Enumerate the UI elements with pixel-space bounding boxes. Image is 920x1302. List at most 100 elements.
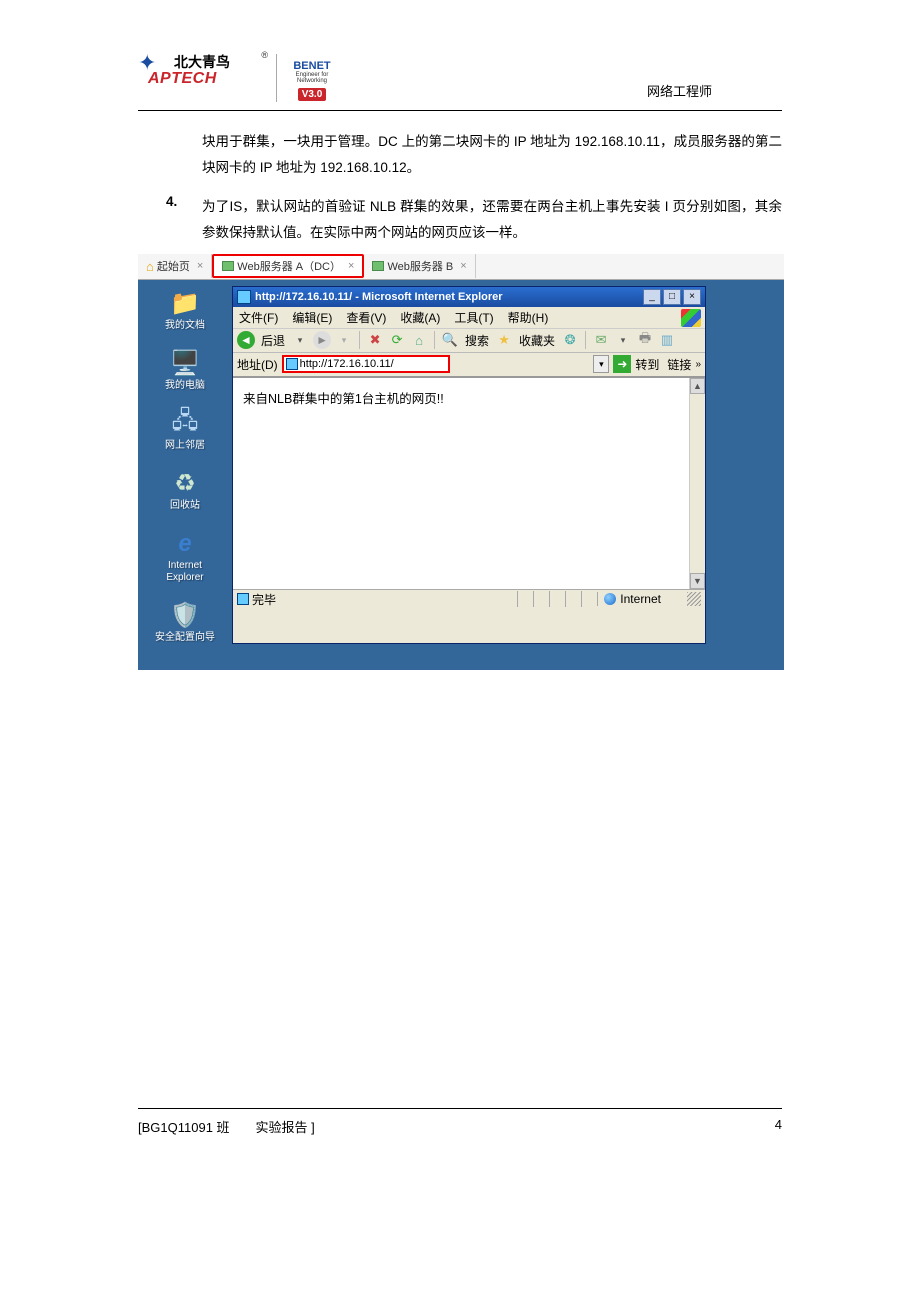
recycle-icon: ♻ [168,470,202,498]
page-header: ✦ 北大青鸟 APTECH ® BENET Engineer for Netwo… [138,50,782,111]
network-icon: 🖧 [168,410,202,438]
tab-server-a[interactable]: Web服务器 A（DC） × [212,254,364,278]
history-icon[interactable]: ❂ [561,331,579,349]
stop-icon[interactable]: ✖ [366,331,384,349]
body-content: 块用于群集，一块用于管理。DC 上的第二块网卡的 IP 地址为 192.168.… [138,111,782,246]
toolbar-separator [585,331,586,349]
desktop-icon-security[interactable]: 🛡️ 安全配置向导 [150,602,220,644]
desktop-icon-docs[interactable]: 📁 我的文档 [150,290,220,332]
ie-title-icon [237,290,251,304]
page-number: 4 [775,1117,782,1136]
close-icon[interactable]: × [460,260,466,272]
windows-flag-icon [681,309,701,327]
aptech-logo: ✦ 北大青鸟 APTECH ® [138,50,268,106]
resize-grip-icon[interactable] [687,592,701,606]
registered-mark: ® [261,50,268,60]
menu-favorites[interactable]: 收藏(A) [400,309,440,326]
close-icon[interactable]: × [197,260,203,272]
toolbar-separator [359,331,360,349]
status-done-text: 完毕 [252,591,276,608]
benet-text: BENET [285,60,339,72]
footer-left: [BG1Q11091 班 实验报告 ] [138,1117,315,1136]
page-footer: [BG1Q11091 班 实验报告 ] 4 [138,1108,782,1136]
minimize-button[interactable]: _ [643,289,661,305]
logo-block: ✦ 北大青鸟 APTECH ® BENET Engineer for Netwo… [138,50,339,106]
menu-view[interactable]: 查看(V) [346,309,386,326]
shield-icon: 🛡️ [168,602,202,630]
logo-en-text: APTECH [148,70,217,88]
ie-toolbar: ◄ 后退 ▾ ► ▾ ✖ ⟳ ⌂ 🔍 搜索 ★ 收藏夹 ❂ ✉ [233,329,705,353]
folder-icon: 📁 [168,290,202,318]
toolbar-separator [434,331,435,349]
tab-a-label: Web服务器 A（DC） [237,258,341,274]
benet-version: V3.0 [298,88,327,101]
status-cells [517,591,597,607]
mail-icon[interactable]: ✉ [592,331,610,349]
ie-titlebar[interactable]: http://172.16.10.11/ - Microsoft Interne… [233,287,705,307]
scroll-down-icon[interactable]: ▼ [690,573,705,589]
address-input[interactable]: http://172.16.10.11/ [282,355,450,373]
forward-dropdown-icon[interactable]: ▾ [335,331,353,349]
desktop-area: 📁 我的文档 🖥️ 我的电脑 🖧 网上邻居 ♻ 回收站 e Inter [138,280,784,670]
screenshot-block: 起始页 × Web服务器 A（DC） × Web服务器 B × 📁 我的文档 [138,254,784,670]
go-label: 转到 [635,356,659,373]
close-button[interactable]: × [683,289,701,305]
menu-tools[interactable]: 工具(T) [454,309,493,326]
menu-file[interactable]: 文件(F) [239,309,278,326]
globe-icon [604,593,616,605]
favorites-label: 收藏夹 [519,332,555,349]
address-dropdown-button[interactable]: ▾ [593,355,609,373]
logo-cn-text: 北大青鸟 [174,52,230,72]
page-content-text: 来自NLB群集中的第1台主机的网页!! [243,388,444,407]
refresh-icon[interactable]: ⟳ [388,331,406,349]
home-icon[interactable]: ⌂ [410,331,428,349]
tab-start-label: 起始页 [157,258,190,274]
zone-text: Internet [620,592,661,606]
tab-server-b[interactable]: Web服务器 B × [364,254,475,278]
vertical-scrollbar[interactable]: ▲ ▼ [689,378,705,589]
monitor-icon [372,261,384,271]
back-dropdown-icon[interactable]: ▾ [291,331,309,349]
edit-icon[interactable]: ▥ [658,331,676,349]
desktop-icon-network[interactable]: 🖧 网上邻居 [150,410,220,452]
tab-b-label: Web服务器 B [387,258,453,274]
menu-edit[interactable]: 编辑(E) [292,309,332,326]
links-label[interactable]: 链接 [667,356,691,373]
back-button[interactable]: ◄ [237,331,255,349]
ie-content-area: 来自NLB群集中的第1台主机的网页!! ▲ ▼ [233,377,705,589]
desktop-icons: 📁 我的文档 🖥️ 我的电脑 🖧 网上邻居 ♻ 回收站 e Inter [144,286,226,644]
benet-logo: BENET Engineer for Networking V3.0 [285,50,339,106]
status-page-icon [237,593,249,605]
ie-address-bar: 地址(D) http://172.16.10.11/ ▾ ➜ 转到 链接 » [233,353,705,377]
desktop-icon-recycle[interactable]: ♻ 回收站 [150,470,220,512]
star-icon[interactable]: ★ [495,331,513,349]
forward-button[interactable]: ► [313,331,331,349]
search-icon[interactable]: 🔍 [441,331,459,349]
search-label: 搜索 [465,332,489,349]
page-icon [286,358,298,370]
ie-title-text: http://172.16.10.11/ - Microsoft Interne… [255,291,643,303]
logo-divider [276,54,277,102]
ie-status-bar: 完毕 Internet [233,589,705,609]
paragraph-2: 为了IS，默认网站的首验证 NLB 群集的效果，还需要在两台主机上事先安装 I … [202,194,782,245]
desktop-icon-pc[interactable]: 🖥️ 我的电脑 [150,350,220,392]
desktop-icon-ie[interactable]: e Internet Explorer [150,530,220,584]
chevron-right-icon[interactable]: » [695,359,701,370]
print-icon[interactable]: 🖶 [636,331,654,349]
ie-menu-bar: 文件(F) 编辑(E) 查看(V) 收藏(A) 工具(T) 帮助(H) [233,307,705,329]
menu-help[interactable]: 帮助(H) [508,309,549,326]
list-number: 4. [166,194,202,209]
back-label: 后退 [261,332,285,349]
monitor-icon [222,261,234,271]
maximize-button[interactable]: □ [663,289,681,305]
mail-dropdown-icon[interactable]: ▾ [614,331,632,349]
tab-start[interactable]: 起始页 × [138,254,212,278]
go-button[interactable]: ➜ [613,355,631,373]
close-icon[interactable]: × [348,260,354,272]
ie-icon: e [168,530,202,558]
address-label: 地址(D) [237,356,278,373]
scroll-up-icon[interactable]: ▲ [690,378,705,394]
url-text: http://172.16.10.11/ [300,358,394,370]
header-right-text: 网络工程师 [647,81,712,106]
computer-icon: 🖥️ [168,350,202,378]
